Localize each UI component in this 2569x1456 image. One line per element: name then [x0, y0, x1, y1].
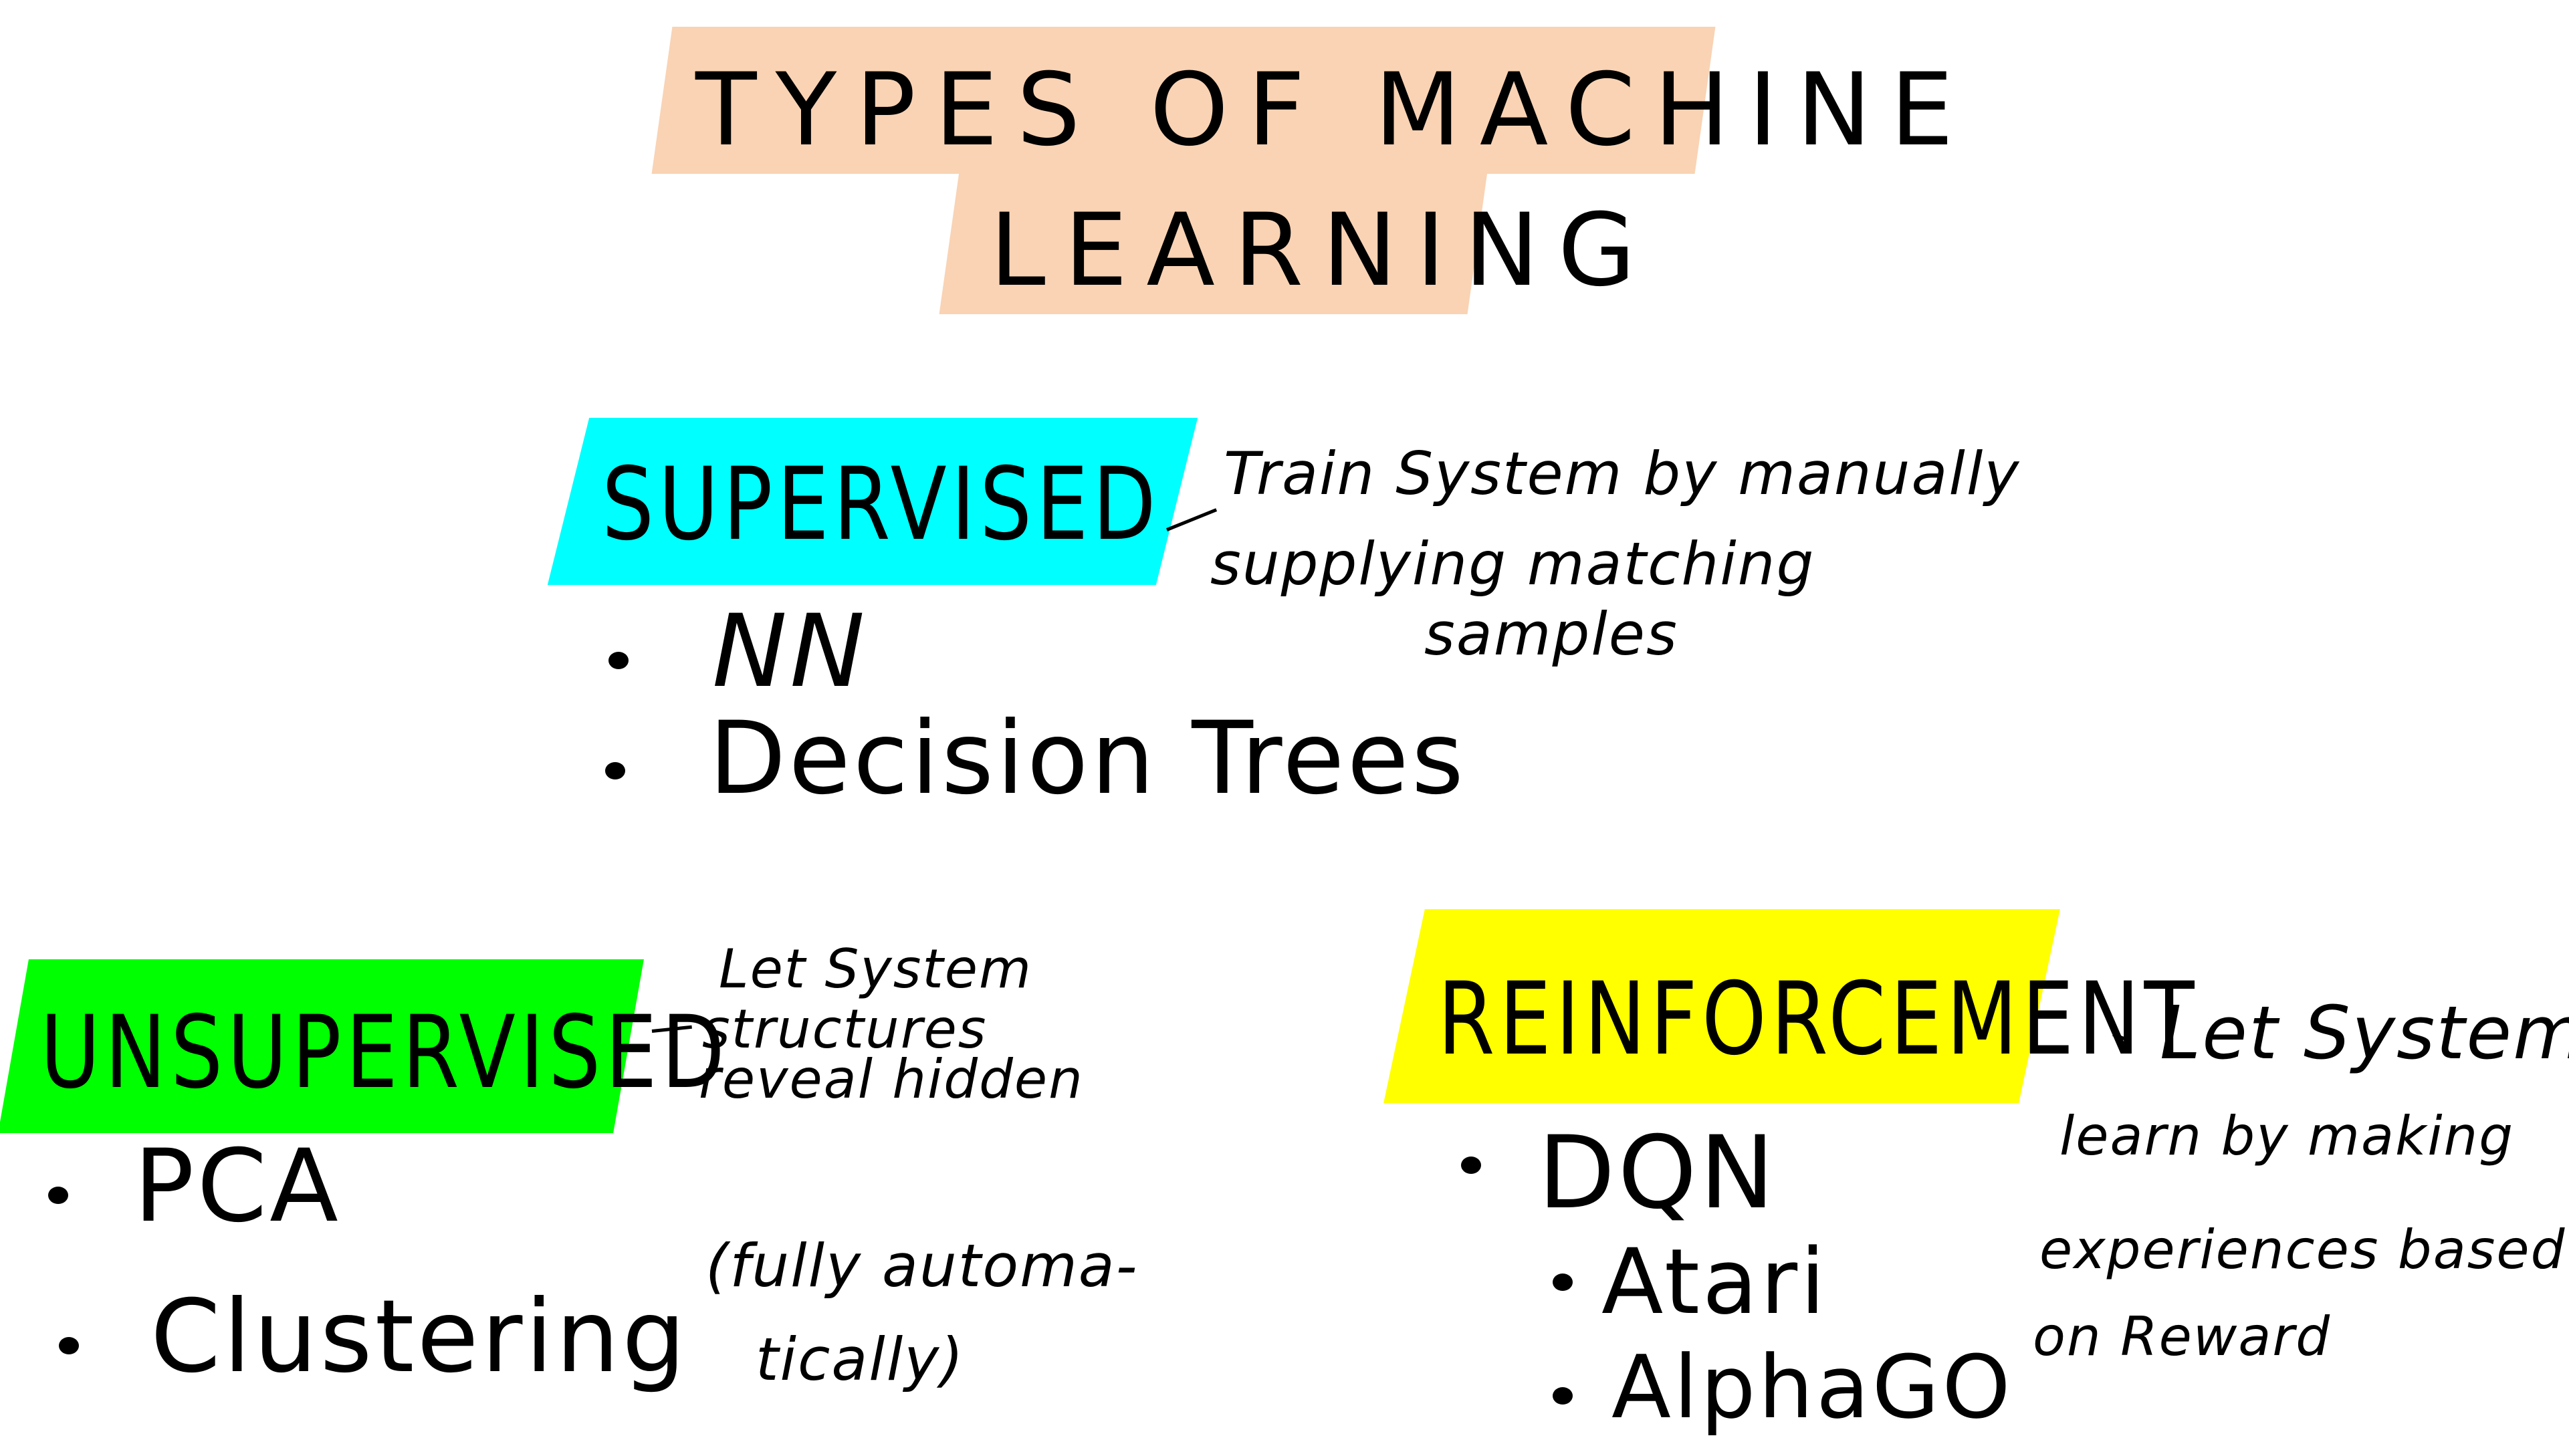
- supervised-item-nn: NN: [712, 594, 868, 710]
- title-line-2: LEARNING: [990, 193, 1655, 309]
- unsupervised-item-pca: PCA: [134, 1128, 341, 1245]
- title-line-1: TYPES OF MACHINE: [695, 52, 1973, 168]
- unsupervised-aside-line-1: (fully automa-: [705, 1231, 1139, 1300]
- reinforcement-bullet-1: [1461, 1157, 1481, 1174]
- reinforcement-item-dqn: DQN: [1538, 1115, 1777, 1231]
- reinforcement-heading: REINFORCEMENT: [1438, 961, 2199, 1078]
- supervised-note-line-3: samples: [1424, 600, 1678, 669]
- supervised-bullet-1: [608, 652, 629, 669]
- supervised-note-line-1: Train System by manually: [1224, 439, 2021, 508]
- supervised-note-line-2: supplying matching: [1210, 529, 1815, 598]
- reinforcement-note-line-3: experiences based: [2039, 1219, 2566, 1281]
- unsupervised-note-line-2: reveal hidden: [699, 1048, 1084, 1110]
- unsupervised-item-clustering: Clustering: [150, 1279, 689, 1395]
- unsupervised-bullet-2: [59, 1337, 79, 1354]
- reinforcement-note-line-2: learn by making: [2059, 1105, 2515, 1167]
- whiteboard: TYPES OF MACHINE LEARNING SUPERVISED Tra…: [0, 0, 2569, 1456]
- reinforcement-note-line-1: Let System: [2160, 990, 2569, 1076]
- reinforcement-subitem-alphago: AlphaGO: [1611, 1336, 2013, 1438]
- unsupervised-note-line-3: structures: [702, 998, 988, 1060]
- unsupervised-aside-line-2: tically): [756, 1325, 965, 1394]
- unsupervised-heading: UNSUPERVISED: [40, 995, 730, 1111]
- supervised-heading: SUPERVISED: [602, 447, 1161, 563]
- unsupervised-note-line-1: Let System: [719, 938, 1032, 1000]
- unsupervised-bullet-1: [48, 1187, 68, 1204]
- supervised-item-decision-trees: Decision Trees: [709, 701, 1466, 817]
- reinforcement-note-line-4: on Reward: [2033, 1306, 2332, 1368]
- reinforcement-subbullet-1: [1553, 1273, 1573, 1291]
- reinforcement-subitem-atari: Atari: [1601, 1229, 1828, 1334]
- reinforcement-subbullet-2: [1553, 1387, 1573, 1405]
- supervised-bullet-2: [605, 762, 625, 779]
